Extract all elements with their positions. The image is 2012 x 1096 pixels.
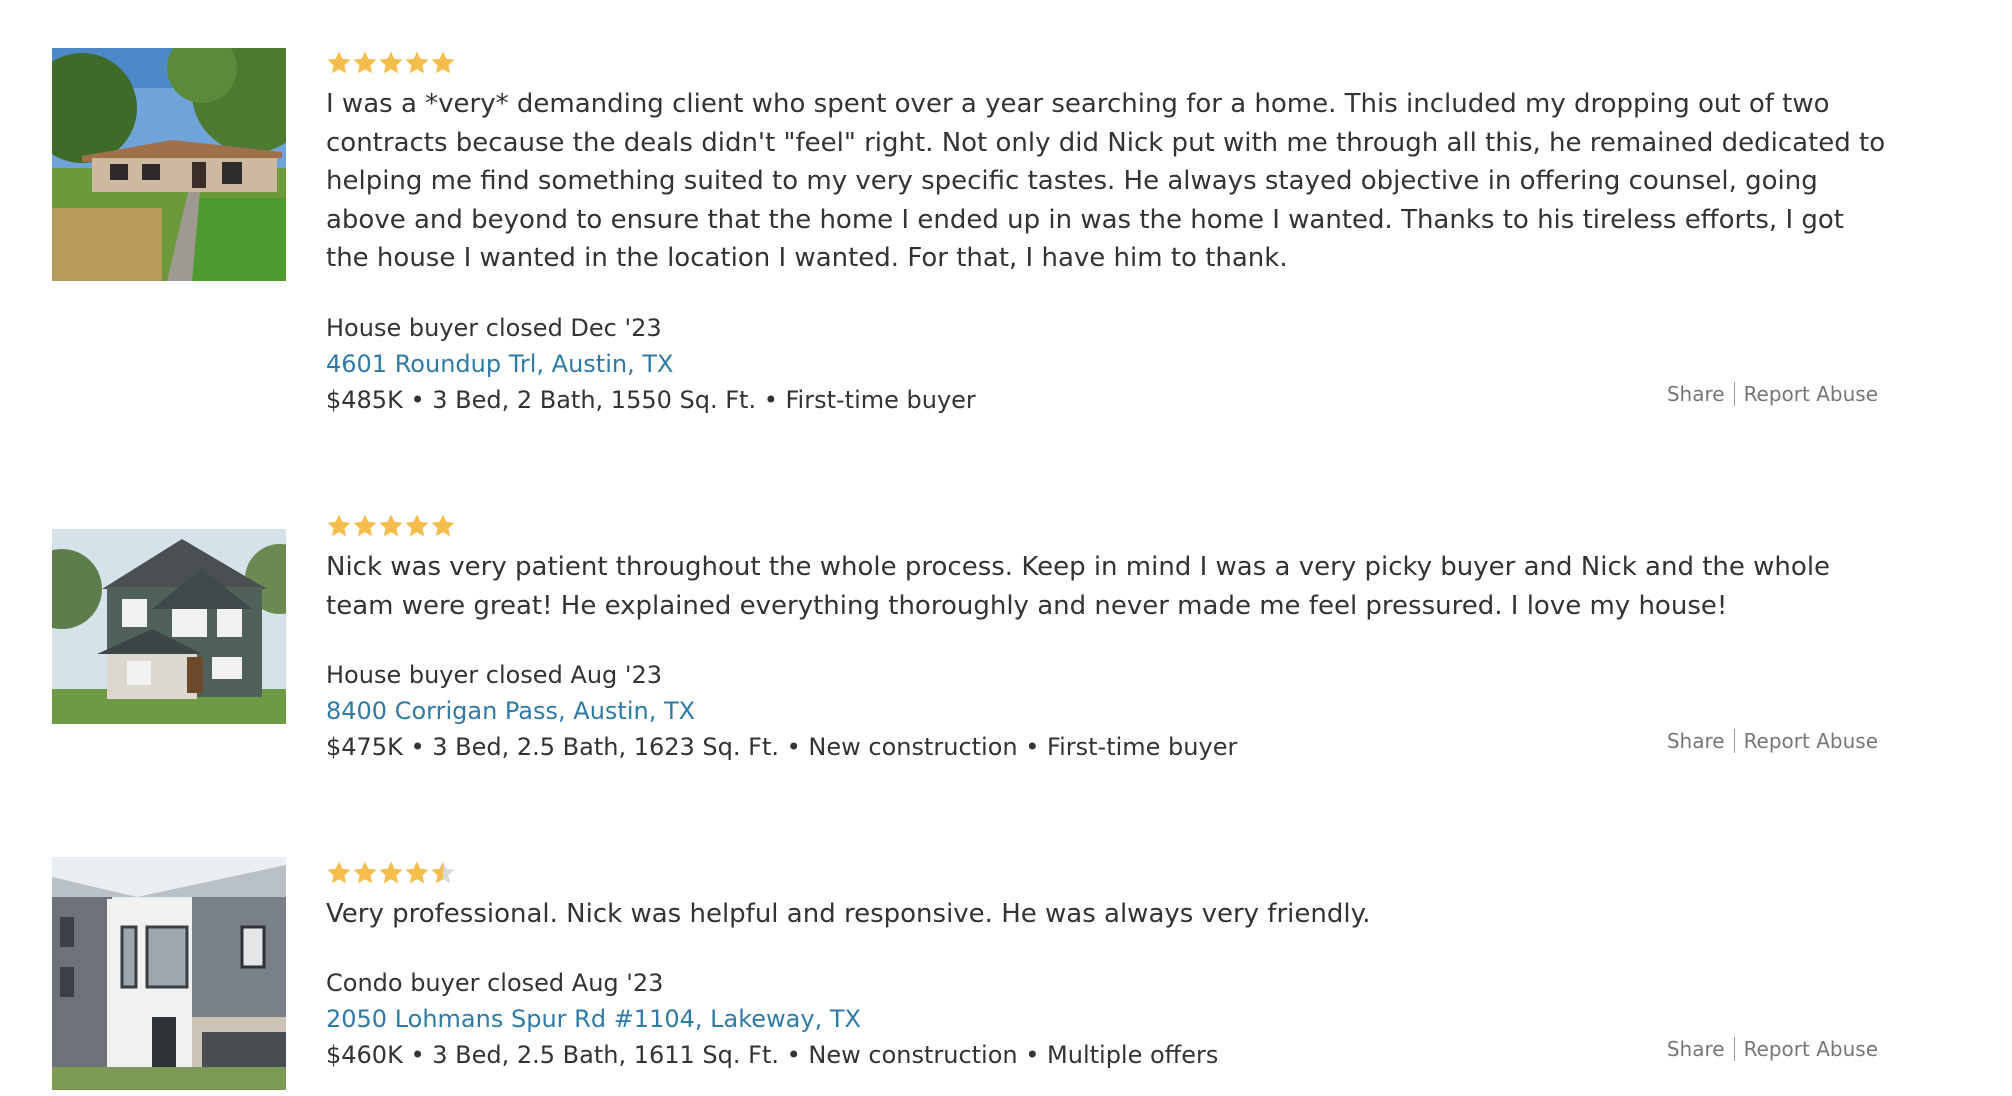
- star-full-icon: [378, 513, 404, 539]
- report-abuse-link[interactable]: Report Abuse: [1744, 382, 1878, 406]
- share-link[interactable]: Share: [1667, 729, 1725, 753]
- review-actions: Share Report Abuse: [1667, 380, 1878, 408]
- property-address-link[interactable]: 4601 Roundup Trl, Austin, TX: [326, 347, 673, 381]
- review-actions: Share Report Abuse: [1667, 727, 1878, 755]
- report-abuse-link[interactable]: Report Abuse: [1744, 1037, 1878, 1061]
- property-details: $460K • 3 Bed, 2.5 Bath, 1611 Sq. Ft. • …: [326, 1041, 1219, 1069]
- property-details: $475K • 3 Bed, 2.5 Bath, 1623 Sq. Ft. • …: [326, 733, 1238, 761]
- star-full-icon: [352, 860, 378, 886]
- star-full-icon: [352, 513, 378, 539]
- divider: [1733, 729, 1735, 753]
- star-rating: [326, 50, 456, 80]
- review-actions: Share Report Abuse: [1667, 1035, 1878, 1063]
- reviews-list: I was a *very* demanding client who spen…: [0, 0, 2012, 1096]
- star-rating: [326, 860, 456, 890]
- star-full-icon: [352, 50, 378, 76]
- property-address-link[interactable]: 8400 Corrigan Pass, Austin, TX: [326, 694, 695, 728]
- star-full-icon: [404, 860, 430, 886]
- star-full-icon: [378, 860, 404, 886]
- share-link[interactable]: Share: [1667, 1037, 1725, 1061]
- divider: [1733, 382, 1735, 406]
- property-details: $485K • 3 Bed, 2 Bath, 1550 Sq. Ft. • Fi…: [326, 386, 976, 414]
- star-full-icon: [326, 50, 352, 76]
- house-photo[interactable]: [52, 857, 286, 1090]
- share-link[interactable]: Share: [1667, 382, 1725, 406]
- house-photo[interactable]: [52, 48, 286, 281]
- star-rating: [326, 513, 456, 543]
- closed-status: Condo buyer closed Aug '23: [326, 969, 664, 997]
- star-full-icon: [326, 513, 352, 539]
- closed-status: House buyer closed Dec '23: [326, 314, 662, 342]
- star-full-icon: [430, 513, 456, 539]
- divider: [1733, 1037, 1735, 1061]
- review-text: Very professional. Nick was helpful and …: [326, 899, 1371, 929]
- review-text: I was a *very* demanding client who spen…: [326, 89, 1886, 273]
- property-address-link[interactable]: 2050 Lohmans Spur Rd #1104, Lakeway, TX: [326, 1002, 861, 1036]
- star-full-icon: [430, 50, 456, 76]
- star-full-icon: [404, 50, 430, 76]
- house-photo-single-story-icon: [52, 48, 286, 281]
- report-abuse-link[interactable]: Report Abuse: [1744, 729, 1878, 753]
- review-text: Nick was very patient throughout the who…: [326, 552, 1831, 621]
- star-full-icon: [404, 513, 430, 539]
- house-photo-two-story-icon: [52, 529, 286, 724]
- closed-status: House buyer closed Aug '23: [326, 661, 663, 689]
- star-full-icon: [326, 860, 352, 886]
- house-photo[interactable]: [52, 529, 286, 724]
- star-half-icon: [430, 860, 456, 886]
- condo-photo-modern-icon: [52, 857, 286, 1090]
- star-full-icon: [378, 50, 404, 76]
